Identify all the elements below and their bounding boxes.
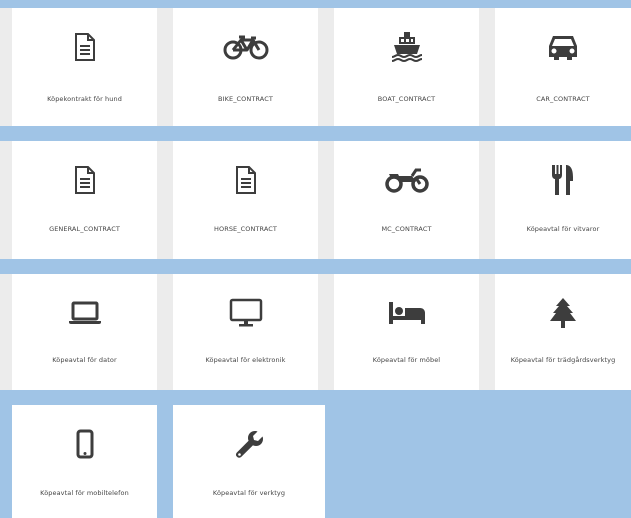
contract-label: Köpeavtal för vitvaror: [526, 225, 600, 233]
bicycle-icon: [173, 30, 318, 64]
contract-label: Köpeavtal för verktyg: [212, 489, 286, 497]
contract-tile[interactable]: Köpeavtal för mobiltelefon: [12, 405, 157, 518]
mobile-phone-icon: [12, 427, 157, 461]
contract-label: Köpeavtal för dator: [52, 356, 117, 364]
contract-tile[interactable]: Köpeavtal för dator: [12, 274, 157, 390]
document-icon: [12, 163, 157, 197]
contract-tile[interactable]: HORSE_CONTRACT: [173, 141, 318, 259]
contract-tile[interactable]: Köpeavtal för möbel: [334, 274, 479, 390]
wrench-icon: [173, 427, 325, 461]
bed-icon: [334, 296, 479, 330]
document-icon: [12, 30, 157, 64]
contract-tile[interactable]: Köpeavtal för vitvaror: [495, 141, 631, 259]
contract-label: Köpekontrakt för hund: [47, 95, 122, 103]
contract-tile[interactable]: MC_CONTRACT: [334, 141, 479, 259]
contract-label: BIKE_CONTRACT: [218, 95, 273, 103]
car-icon: [495, 30, 631, 64]
contract-tile[interactable]: BOAT_CONTRACT: [334, 8, 479, 126]
contract-tile[interactable]: Köpekontrakt för hund: [12, 8, 157, 126]
contract-label: Köpeavtal för mobiltelefon: [40, 489, 129, 497]
document-icon: [173, 163, 318, 197]
laptop-icon: [12, 296, 157, 330]
motorcycle-icon: [334, 163, 479, 197]
ship-icon: [334, 30, 479, 64]
contract-tile[interactable]: Köpeavtal för trädgårdsverktyg: [495, 274, 631, 390]
contract-tile[interactable]: Köpeavtal för elektronik: [173, 274, 318, 390]
contract-tile[interactable]: BIKE_CONTRACT: [173, 8, 318, 126]
contract-label: Köpeavtal för möbel: [372, 356, 441, 364]
contract-label: GENERAL_CONTRACT: [49, 225, 120, 233]
contract-label: CAR_CONTRACT: [536, 95, 590, 103]
contract-label: BOAT_CONTRACT: [377, 95, 436, 103]
contract-tile[interactable]: Köpeavtal för verktyg: [173, 405, 325, 518]
cutlery-icon: [495, 163, 631, 197]
contract-label: Köpeavtal för trädgårdsverktyg: [510, 356, 616, 364]
contract-tile[interactable]: GENERAL_CONTRACT: [12, 141, 157, 259]
tree-icon: [495, 296, 631, 330]
contract-tile[interactable]: CAR_CONTRACT: [495, 8, 631, 126]
contract-label: Köpeavtal för elektronik: [205, 356, 286, 364]
contract-label: HORSE_CONTRACT: [214, 225, 277, 233]
monitor-icon: [173, 296, 318, 330]
contract-label: MC_CONTRACT: [381, 225, 432, 233]
